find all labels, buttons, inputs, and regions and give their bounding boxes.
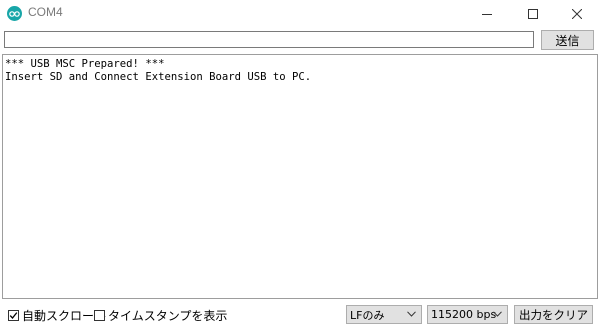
output-line: Insert SD and Connect Extension Board US… [5,71,312,83]
arduino-icon [7,6,22,21]
send-input[interactable] [4,31,534,48]
clear-output-button[interactable]: 出力をクリア [514,305,593,324]
minimize-icon [482,13,492,15]
window-title: COM4 [28,5,63,19]
checkbox-unchecked-icon [94,310,105,321]
line-ending-select[interactable]: LFのみ [346,305,422,324]
close-button[interactable] [554,0,600,27]
minimize-button[interactable] [464,0,510,27]
maximize-icon [528,8,538,19]
timestamp-checkbox[interactable]: タイムスタンプを表示 [94,307,227,324]
autoscroll-checkbox[interactable]: 自動スクロール [8,307,106,324]
send-row: 送信 [0,27,600,53]
checkbox-checked-icon [8,310,19,321]
timestamp-label: タイムスタンプを表示 [108,309,228,323]
line-ending-value: LFのみ [350,308,385,322]
output-line: *** USB MSC Prepared! *** [5,58,165,70]
bottom-bar: 自動スクロール タイムスタンプを表示 LFのみ 115200 bps 出力をクリ… [0,300,600,329]
baud-rate-value: 115200 bps [431,308,497,321]
title-bar: COM4 [0,0,600,27]
maximize-button[interactable] [510,0,556,27]
serial-output-area[interactable]: *** USB MSC Prepared! *** Insert SD and C… [2,54,598,299]
baud-rate-select[interactable]: 115200 bps [427,305,508,324]
close-icon [572,8,582,19]
chevron-down-icon [407,311,416,317]
send-button[interactable]: 送信 [541,30,594,50]
chevron-down-icon [493,311,502,317]
